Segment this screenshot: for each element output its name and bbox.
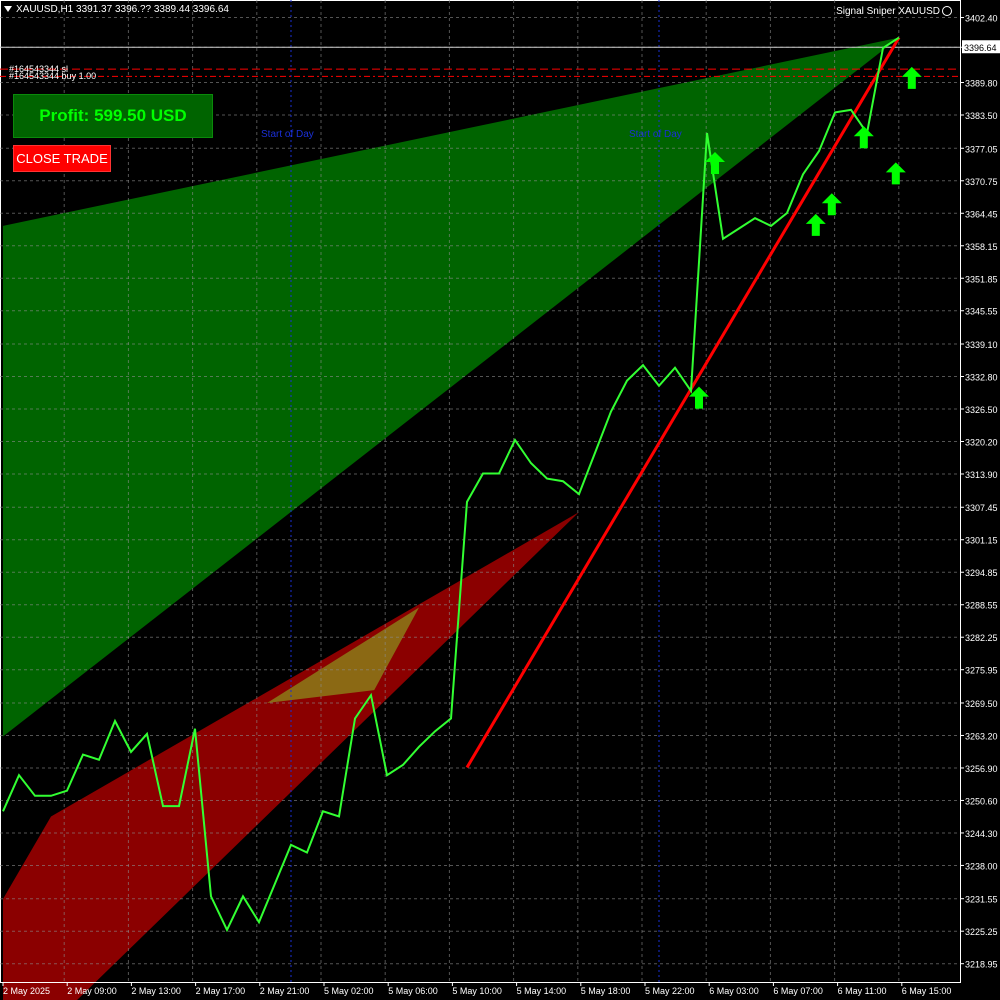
profit-display: Profit: 599.50 USD xyxy=(13,94,213,138)
y-tick-label: 3389.80 xyxy=(965,79,998,89)
buy-signal-arrow xyxy=(821,193,842,216)
y-tick-label: 3294.85 xyxy=(965,568,998,578)
y-tick-label: 3231.55 xyxy=(965,895,998,905)
dropdown-triangle-icon[interactable] xyxy=(4,6,12,13)
y-tick-label: 3275.95 xyxy=(965,666,998,676)
x-tick-label: 6 May 11:00 xyxy=(838,986,887,996)
y-tick-label: 3326.50 xyxy=(965,405,998,415)
x-tick-label: 2 May 13:00 xyxy=(131,986,181,996)
x-tick-label: 2 May 17:00 xyxy=(196,986,246,996)
profit-label: Profit: 599.50 USD xyxy=(39,106,187,125)
y-tick-label: 3250.60 xyxy=(965,796,998,806)
x-tick-label: 5 May 10:00 xyxy=(452,986,502,996)
start-of-day-label-2: Start of Day xyxy=(629,129,682,140)
y-tick-label: 3383.50 xyxy=(965,111,998,121)
y-tick-label: 3225.25 xyxy=(965,927,998,937)
x-tick-label: 5 May 02:00 xyxy=(324,986,374,996)
buy-signal-arrow xyxy=(853,126,874,149)
y-tick-label: 3313.90 xyxy=(965,470,998,480)
buy-signal-arrow xyxy=(901,66,922,89)
buy-signal-arrow xyxy=(805,213,826,236)
y-tick-label: 3364.45 xyxy=(965,209,998,219)
x-tick-label: 6 May 07:00 xyxy=(773,986,823,996)
y-tick-label: 3301.15 xyxy=(965,536,998,546)
close-trade-label: CLOSE TRADE xyxy=(16,151,108,166)
x-tick-label: 2 May 2025 xyxy=(3,986,50,996)
y-tick-label: 3288.55 xyxy=(965,601,998,611)
y-tick-label: 3244.30 xyxy=(965,829,998,839)
y-tick-label: 3339.10 xyxy=(965,340,998,350)
chart-plot-area[interactable]: 3402.40 3396.64 3389.80 3383.50 3377.05 3370.… xyxy=(0,0,1000,1000)
y-tick-label: 3351.85 xyxy=(965,274,998,284)
x-tick-label: 6 May 03:00 xyxy=(709,986,759,996)
symbol-text: XAUUSD,H1 3391.37 3396.?? 3389.44 3396.6… xyxy=(16,4,229,15)
smiley-icon xyxy=(942,6,952,17)
y-tick-label: 3402.40 xyxy=(965,14,998,24)
y-tick-label: 3358.15 xyxy=(965,242,998,252)
x-tick-label: 5 May 18:00 xyxy=(581,986,631,996)
y-tick-label: 3320.20 xyxy=(965,437,998,447)
y-tick-label: 3345.55 xyxy=(965,307,998,317)
x-tick-label: 2 May 09:00 xyxy=(67,986,117,996)
indicator-name: Signal Sniper XAUUSD xyxy=(836,6,940,17)
price-chart: 3402.40 3396.64 3389.80 3383.50 3377.05 3370.… xyxy=(0,0,1000,1000)
symbol-bar: XAUUSD,H1 3391.37 3396.?? 3389.44 3396.6… xyxy=(4,4,229,15)
current-price-label: 3396.64 xyxy=(964,43,997,53)
x-tick-label: 6 May 15:00 xyxy=(902,986,952,996)
y-tick-label: 3256.90 xyxy=(965,764,998,774)
y-tick-label: 3282.25 xyxy=(965,633,998,643)
x-tick-label: 5 May 22:00 xyxy=(645,986,695,996)
x-tick-label: 5 May 06:00 xyxy=(388,986,438,996)
y-tick-label: 3263.20 xyxy=(965,731,998,741)
y-tick-label: 3370.75 xyxy=(965,177,998,187)
y-tick-label: 3269.50 xyxy=(965,699,998,709)
y-tick-label: 3218.95 xyxy=(965,960,998,970)
y-tick-label: 3377.05 xyxy=(965,144,998,154)
y-tick-label: 3238.00 xyxy=(965,861,998,871)
y-tick-label: 3307.45 xyxy=(965,503,998,513)
order-buy-label: #164543344 buy 1.00 xyxy=(9,71,97,81)
y-tick-label: 3332.80 xyxy=(965,373,998,383)
x-tick-label: 2 May 21:00 xyxy=(260,986,310,996)
x-tick-label: 5 May 14:00 xyxy=(517,986,567,996)
indicator-title: Signal Sniper XAUUSD xyxy=(836,6,952,17)
start-of-day-label-1: Start of Day xyxy=(261,129,314,140)
close-trade-button[interactable]: CLOSE TRADE xyxy=(13,145,111,172)
